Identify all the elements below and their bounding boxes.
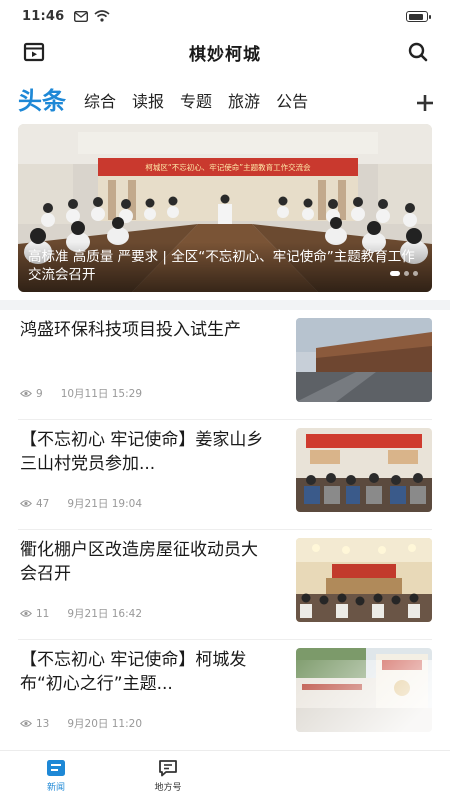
app-header: 棋妙柯城 bbox=[0, 32, 450, 72]
chat-icon bbox=[159, 759, 177, 776]
view-count: 9 bbox=[36, 387, 43, 400]
eye-icon bbox=[20, 390, 32, 397]
mail-icon bbox=[74, 10, 89, 22]
nav-news[interactable]: 新闻 bbox=[0, 751, 112, 800]
bottom-nav: 新闻 地方号 bbox=[0, 750, 450, 800]
status-time: 11:46 bbox=[22, 8, 65, 24]
publish-date: 9月20日 11:20 bbox=[67, 718, 143, 730]
eye-icon bbox=[20, 610, 32, 617]
stage-banner-text: 柯城区“不忘初心、牢记使命”主题教育工作交流会 bbox=[145, 162, 311, 172]
news-thumbnail bbox=[296, 648, 432, 732]
tab-gonggao[interactable]: 公告 bbox=[276, 88, 308, 120]
news-title: 鸿盛环保科技项目投入试生产 bbox=[20, 320, 241, 340]
nav-local-label: 地方号 bbox=[154, 782, 182, 793]
publish-date: 10月11日 15:29 bbox=[60, 388, 143, 400]
view-count: 47 bbox=[36, 497, 50, 510]
list-item[interactable]: 【不忘初心 牢记使命】姜家山乡三山村党员参加... 47 9月21日 19:04 bbox=[18, 420, 432, 530]
eye-icon bbox=[20, 720, 32, 727]
tab-lvyou[interactable]: 旅游 bbox=[228, 88, 260, 120]
banner-pager bbox=[390, 271, 418, 276]
play-box-icon[interactable] bbox=[22, 40, 46, 64]
headline-banner[interactable]: 柯城区“不忘初心、牢记使命”主题教育工作交流会 高标准 高质量 严要求 | 全区… bbox=[18, 124, 432, 292]
view-count: 13 bbox=[36, 717, 50, 730]
battery-icon bbox=[406, 11, 431, 22]
tab-toutiao[interactable]: 头条 bbox=[18, 81, 66, 120]
banner-caption: 高标准 高质量 严要求 | 全区“不忘初心、牢记使命”主题教育工作交流会召开 bbox=[18, 242, 432, 292]
wifi-icon bbox=[94, 10, 110, 22]
news-thumbnail bbox=[296, 428, 432, 512]
news-thumbnail bbox=[296, 538, 432, 622]
news-title: 【不忘初心 牢记使命】柯城发布“初心之行”主题... bbox=[20, 650, 247, 694]
category-tabs: 头条 综合 读报 专题 旅游 公告 bbox=[0, 80, 450, 120]
tab-dubao[interactable]: 读报 bbox=[132, 88, 164, 120]
news-thumbnail bbox=[296, 318, 432, 402]
tab-zonghe[interactable]: 综合 bbox=[84, 88, 116, 120]
news-list: 鸿盛环保科技项目投入试生产 9 10月11日 15:29 【不忘初心 牢记使命】… bbox=[0, 310, 450, 750]
page-title: 棋妙柯城 bbox=[189, 44, 261, 65]
nav-local[interactable]: 地方号 bbox=[112, 751, 224, 800]
nav-news-label: 新闻 bbox=[46, 782, 65, 793]
eye-icon bbox=[20, 500, 32, 507]
news-icon bbox=[47, 759, 65, 776]
list-item[interactable]: 衢化棚户区改造房屋征收动员大会召开 11 9月21日 16:42 bbox=[18, 530, 432, 640]
list-item[interactable]: 鸿盛环保科技项目投入试生产 9 10月11日 15:29 bbox=[18, 310, 432, 420]
add-tab-icon[interactable] bbox=[414, 92, 436, 114]
view-count: 11 bbox=[36, 607, 50, 620]
publish-date: 9月21日 19:04 bbox=[67, 498, 143, 510]
news-title: 【不忘初心 牢记使命】姜家山乡三山村党员参加... bbox=[20, 430, 264, 474]
tab-zhuanti[interactable]: 专题 bbox=[180, 88, 212, 120]
list-item[interactable]: 【不忘初心 牢记使命】柯城发布“初心之行”主题... 13 9月20日 11:2… bbox=[18, 640, 432, 750]
news-title: 衢化棚户区改造房屋征收动员大会召开 bbox=[20, 540, 258, 584]
publish-date: 9月21日 16:42 bbox=[67, 608, 143, 620]
status-bar: 11:46 bbox=[0, 0, 450, 32]
search-icon[interactable] bbox=[406, 40, 430, 64]
